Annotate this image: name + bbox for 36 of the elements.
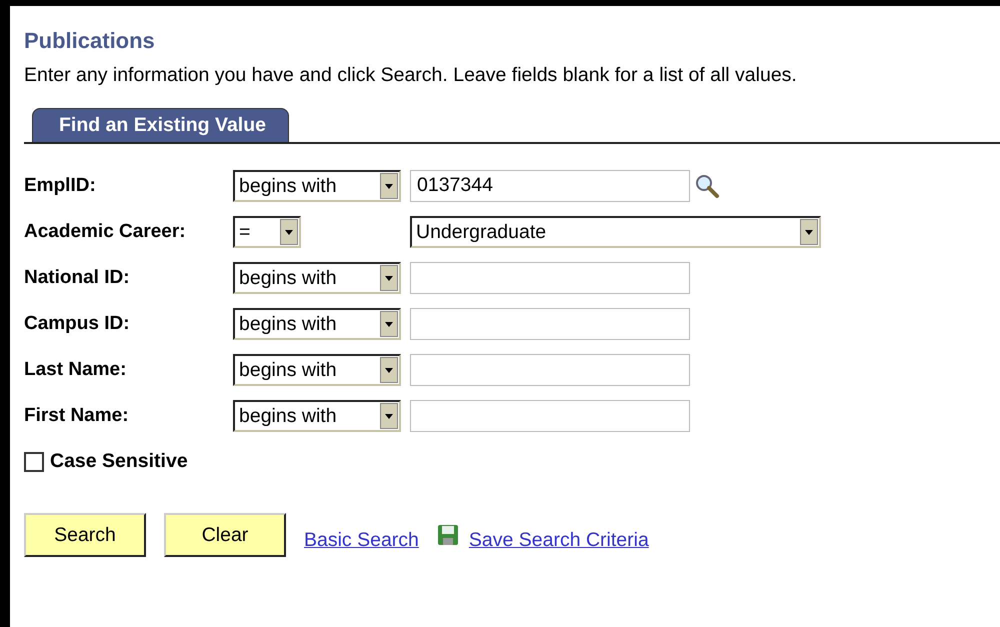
field-label: Academic Career: [24, 221, 187, 243]
caret-icon [385, 322, 393, 326]
field-label: National ID: [24, 267, 131, 289]
input-field[interactable] [410, 308, 690, 340]
input-field[interactable]: 0137344 [410, 170, 690, 202]
page-title: Publications [24, 27, 156, 55]
field-label: Campus ID: [24, 313, 131, 335]
input-field[interactable] [410, 400, 690, 432]
input-field[interactable] [410, 262, 690, 294]
search-icon[interactable] [694, 173, 720, 199]
checkbox-label: Case Sensitive [50, 450, 188, 473]
link[interactable]: Basic Search [304, 528, 419, 552]
operator-dropdown[interactable]: begins with [233, 308, 401, 340]
search-button[interactable]: Search [24, 513, 146, 557]
field-label: EmplID: [24, 175, 97, 197]
caret-icon [285, 230, 293, 234]
field-label: First Name: [24, 405, 130, 427]
caret-icon [385, 414, 393, 418]
save-icon[interactable] [436, 524, 459, 546]
input-field[interactable] [410, 354, 690, 386]
operator-dropdown[interactable]: = [233, 216, 301, 248]
instructions-text: Enter any information you have and click Search. Leave fields blank for a list of all values. [24, 63, 798, 88]
caret-icon [385, 184, 393, 188]
operator-dropdown[interactable]: begins with [233, 354, 401, 386]
clear-button[interactable]: Clear [164, 513, 286, 557]
caret-icon [805, 230, 813, 234]
tab[interactable]: Find an Existing Value [32, 108, 289, 142]
caret-icon [385, 276, 393, 280]
operator-dropdown[interactable]: begins with [233, 170, 401, 202]
value-dropdown[interactable]: Undergraduate [410, 216, 821, 248]
operator-dropdown[interactable]: begins with [233, 400, 401, 432]
field-label: Last Name: [24, 359, 128, 381]
caret-icon [385, 368, 393, 372]
checkbox[interactable] [24, 452, 44, 472]
link[interactable]: Save Search Criteria [468, 528, 649, 552]
operator-dropdown[interactable]: begins with [233, 262, 401, 294]
